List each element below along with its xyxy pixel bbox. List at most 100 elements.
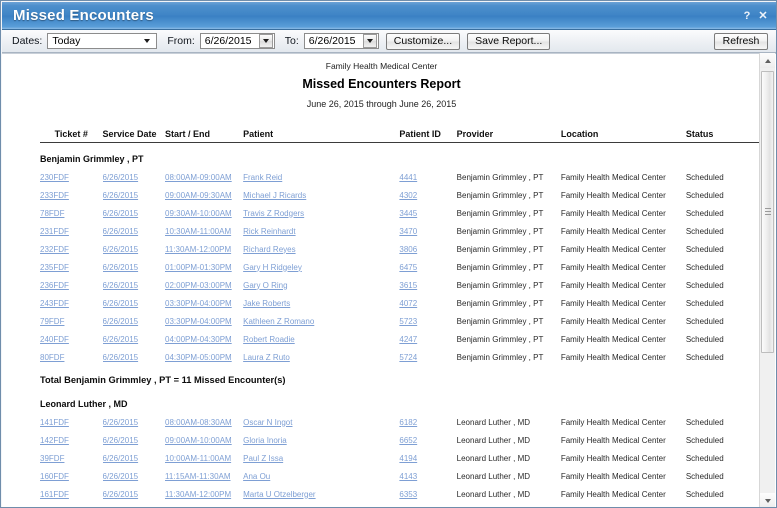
cell-patient-link[interactable]: Michael J Ricards [243,191,306,200]
cell-service-date-link[interactable]: 6/26/2015 [103,490,139,499]
cell-patient-id-link[interactable]: 3806 [399,245,417,254]
cell-service-date-link[interactable]: 6/26/2015 [103,299,139,308]
cell-start-end-link[interactable]: 03:30PM-04:00PM [165,299,232,308]
cell-start-end-link[interactable]: 09:00AM-09:30AM [165,191,232,200]
cell-ticket: 142FDF [40,431,103,449]
cell-patient-id-link[interactable]: 4441 [399,173,417,182]
vertical-scrollbar[interactable] [759,53,775,507]
cell-patient-link[interactable]: Laura Z Ruto [243,353,290,362]
cell-patient-link[interactable]: Kathleen Z Romano [243,317,314,326]
cell-ticket-link[interactable]: 243FDF [40,299,69,308]
cell-service-date: 6/26/2015 [103,312,166,330]
cell-patient-link[interactable]: Robert Roadie [243,335,295,344]
cell-start-end-link[interactable]: 08:00AM-09:00AM [165,173,232,182]
cell-patient-id-link[interactable]: 4247 [399,335,417,344]
cell-patient-id-link[interactable]: 6182 [399,418,417,427]
cell-patient-id-link[interactable]: 6475 [399,263,417,272]
cell-patient-link[interactable]: Gloria Inoria [243,436,287,445]
cell-location: Family Health Medical Center [560,244,666,254]
cell-service-date-link[interactable]: 6/26/2015 [103,191,139,200]
scroll-up-button[interactable] [760,53,775,68]
cell-start-end-link[interactable]: 04:30PM-05:00PM [165,353,232,362]
cell-ticket-link[interactable]: 236FDF [40,281,69,290]
cell-ticket-link[interactable]: 39FDF [40,454,64,463]
cell-patient-id-link[interactable]: 4072 [399,299,417,308]
cell-patient-link[interactable]: Oscar N Ingot [243,418,292,427]
cell-start-end-link[interactable]: 02:00PM-03:00PM [165,281,232,290]
cell-patient-id-link[interactable]: 3445 [399,209,417,218]
customize-button[interactable]: Customize... [385,32,461,50]
cell-service-date-link[interactable]: 6/26/2015 [103,335,139,344]
cell-service-date-link[interactable]: 6/26/2015 [103,418,139,427]
cell-service-date-link[interactable]: 6/26/2015 [103,436,139,445]
cell-service-date-link[interactable]: 6/26/2015 [103,281,139,290]
cell-patient-link[interactable]: Gary H Ridgeley [243,263,302,272]
from-date-input[interactable]: 6/26/2015 [199,33,275,49]
cell-ticket-link[interactable]: 161FDF [40,490,69,499]
cell-service-date-link[interactable]: 6/26/2015 [103,173,139,182]
cell-service-date-link[interactable]: 6/26/2015 [103,472,139,481]
cell-service-date-link[interactable]: 6/26/2015 [103,245,139,254]
cell-ticket-link[interactable]: 232FDF [40,245,69,254]
cell-patient-link[interactable]: Jake Roberts [243,299,290,308]
cell-start-end-link[interactable]: 11:15AM-11:30AM [165,472,231,481]
cell-ticket-link[interactable]: 141FDF [40,418,69,427]
cell-patient-id-link[interactable]: 5724 [399,353,417,362]
cell-ticket-link[interactable]: 240FDF [40,335,69,344]
cell-patient-link[interactable]: Rick Reinhardt [243,227,295,236]
save-report-button[interactable]: Save Report... [467,32,551,50]
chevron-down-icon[interactable] [362,34,377,48]
cell-ticket-link[interactable]: 230FDF [40,173,69,182]
cell-start-end-link[interactable]: 10:30AM-11:00AM [165,227,231,236]
close-button[interactable]: ✕ [755,8,771,24]
cell-service-date-link[interactable]: 6/26/2015 [103,263,139,272]
cell-patient-link[interactable]: Gary O Ring [243,281,287,290]
cell-service-date-link[interactable]: 6/26/2015 [103,353,139,362]
cell-start-end-link[interactable]: 09:30AM-10:00AM [165,209,232,218]
cell-patient-id-link[interactable]: 6353 [399,490,417,499]
to-date-input[interactable]: 6/26/2015 [303,33,379,49]
cell-patient-id-link[interactable]: 4302 [399,191,417,200]
cell-patient-id-link[interactable]: 5723 [399,317,417,326]
help-button[interactable]: ? [739,8,755,24]
cell-service-date-link[interactable]: 6/26/2015 [103,227,139,236]
cell-patient-id-link[interactable]: 6652 [399,436,417,445]
cell-service-date-link[interactable]: 6/26/2015 [103,209,139,218]
cell-patient-id-link[interactable]: 3470 [399,227,417,236]
group-header-row: Leonard Luther , MD [40,388,761,413]
cell-patient-link[interactable]: Ana Ou [243,472,270,481]
cell-patient-link[interactable]: Frank Reid [243,173,282,182]
cell-start-end: 08:00AM-09:00AM [165,168,243,186]
cell-ticket-link[interactable]: 142FDF [40,436,69,445]
cell-start-end-link[interactable]: 09:00AM-10:00AM [165,436,232,445]
cell-patient-link[interactable]: Paul Z Issa [243,454,283,463]
dates-select[interactable]: Today [47,33,158,49]
cell-ticket-link[interactable]: 80FDF [40,353,64,362]
scrollbar-thumb[interactable] [761,71,774,353]
cell-patient-link[interactable]: Richard Reyes [243,245,295,254]
cell-ticket-link[interactable]: 78FDF [40,209,64,218]
cell-start-end-link[interactable]: 11:30AM-12:00PM [165,245,231,254]
cell-service-date-link[interactable]: 6/26/2015 [103,454,139,463]
cell-patient-link[interactable]: Travis Z Rodgers [243,209,304,218]
cell-ticket-link[interactable]: 79FDF [40,317,64,326]
cell-start-end-link[interactable]: 11:30AM-12:00PM [165,490,231,499]
cell-ticket-link[interactable]: 231FDF [40,227,69,236]
cell-patient-link[interactable]: Marta U Otzelberger [243,490,315,499]
cell-ticket-link[interactable]: 160FDF [40,472,69,481]
cell-ticket-link[interactable]: 235FDF [40,263,69,272]
cell-start-end-link[interactable]: 08:00AM-08:30AM [165,418,232,427]
cell-status: Scheduled [685,244,724,254]
cell-start-end-link[interactable]: 01:00PM-01:30PM [165,263,232,272]
chevron-down-icon[interactable] [258,34,273,48]
cell-service-date-link[interactable]: 6/26/2015 [103,317,139,326]
cell-start-end-link[interactable]: 10:00AM-11:00AM [165,454,231,463]
cell-patient-id-link[interactable]: 3615 [399,281,417,290]
cell-start-end-link[interactable]: 03:30PM-04:00PM [165,317,232,326]
refresh-button[interactable]: Refresh [714,32,768,50]
cell-start-end-link[interactable]: 04:00PM-04:30PM [165,335,232,344]
cell-patient-id-link[interactable]: 4194 [399,454,417,463]
cell-patient-id-link[interactable]: 4143 [399,472,417,481]
cell-ticket-link[interactable]: 233FDF [40,191,69,200]
scroll-down-button[interactable] [760,493,775,507]
